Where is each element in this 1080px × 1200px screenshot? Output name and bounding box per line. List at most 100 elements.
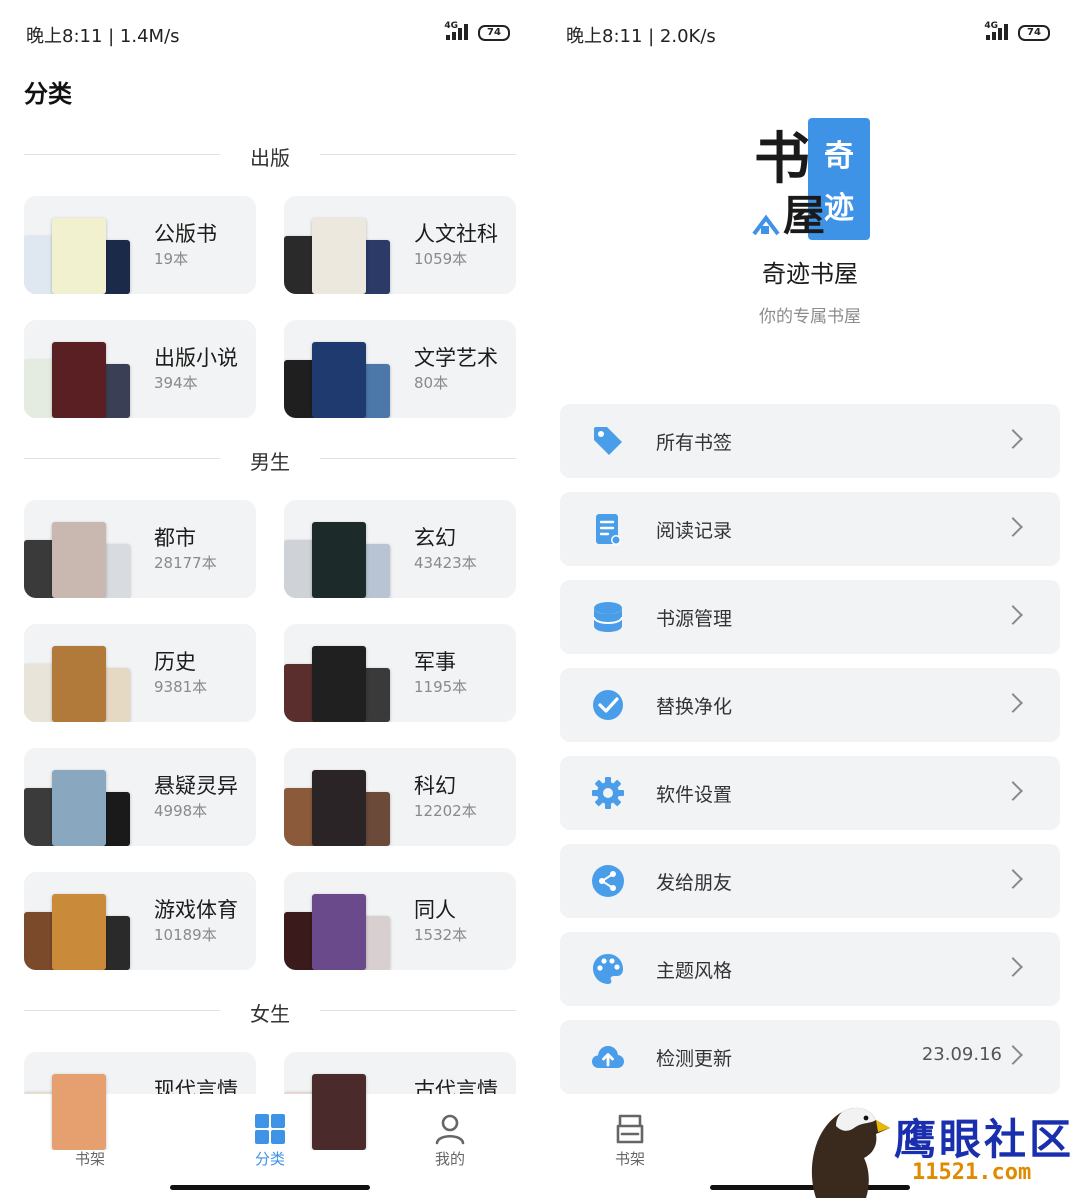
- book-covers: [284, 334, 394, 418]
- category-name: 同人: [414, 898, 456, 922]
- book-covers: [24, 762, 134, 846]
- chevron-right-icon: [1003, 605, 1023, 625]
- cloud-upload-icon: [592, 1046, 624, 1068]
- battery-icon: 74: [478, 25, 510, 41]
- chevron-right-icon: [1003, 517, 1023, 537]
- eagle-logo-icon: [811, 1107, 890, 1198]
- watermark-url: 11521.com: [912, 1160, 1032, 1185]
- menu-bookmarks[interactable]: 所有书签: [560, 404, 1060, 478]
- category-count: 9381本: [154, 678, 208, 696]
- check-circle-icon: [593, 690, 623, 720]
- category-card[interactable]: 人文社科 1059本: [284, 196, 516, 294]
- category-count: 394本: [154, 374, 198, 392]
- tab-bookshelf[interactable]: 书架: [580, 1112, 680, 1169]
- chevron-right-icon: [1003, 869, 1023, 889]
- book-cover: [52, 894, 106, 970]
- svg-text:屋: 屋: [783, 191, 825, 240]
- tab-mine[interactable]: 我的: [400, 1112, 500, 1169]
- category-count: 1532本: [414, 926, 468, 944]
- book-covers: [24, 514, 134, 598]
- menu-reading-history[interactable]: 阅读记录: [560, 492, 1060, 566]
- category-name: 历史: [154, 650, 196, 674]
- category-name: 公版书: [154, 222, 217, 246]
- menu-replace-purify[interactable]: 替换净化: [560, 668, 1060, 742]
- watermark: 鹰眼社区 11521.com: [790, 1094, 1080, 1200]
- category-count: 1195本: [414, 678, 468, 696]
- category-card[interactable]: 玄幻 43423本: [284, 500, 516, 598]
- section-label: 女生: [250, 1002, 290, 1026]
- menu-theme[interactable]: 主题风格: [560, 932, 1060, 1006]
- chevron-right-icon: [1003, 1045, 1023, 1065]
- book-cover: [52, 1074, 106, 1150]
- category-name: 文学艺术: [414, 346, 498, 370]
- menu-label: 阅读记录: [656, 520, 733, 542]
- category-card[interactable]: 文学艺术 80本: [284, 320, 516, 418]
- menu-share[interactable]: 发给朋友: [560, 844, 1060, 918]
- tab-label: 书架: [74, 1150, 105, 1168]
- menu-label: 发给朋友: [656, 872, 733, 894]
- tab-label: 分类: [254, 1150, 285, 1168]
- category-card[interactable]: 悬疑灵异 4998本: [24, 748, 256, 846]
- book-covers: [284, 514, 394, 598]
- category-card[interactable]: 都市 28177本: [24, 500, 256, 598]
- book-covers: [24, 638, 134, 722]
- tag-icon: [594, 427, 622, 455]
- category-count: 19本: [154, 250, 189, 268]
- chevron-right-icon: [1003, 781, 1023, 801]
- menu-check-update[interactable]: 检测更新 23.09.16: [560, 1020, 1060, 1094]
- menu-label: 书源管理: [656, 608, 733, 630]
- menu-settings[interactable]: 软件设置: [560, 756, 1060, 830]
- book-cover: [52, 522, 106, 598]
- status-time: 晚上8:11 | 2.0K/s: [566, 26, 716, 47]
- category-card[interactable]: 公版书 19本: [24, 196, 256, 294]
- bookshelf-icon: [616, 1114, 644, 1144]
- person-icon: [435, 1114, 465, 1145]
- tab-label: 我的: [434, 1150, 465, 1168]
- category-card[interactable]: 历史 9381本: [24, 624, 256, 722]
- menu-label: 检测更新: [656, 1048, 733, 1070]
- section-header-male: 男生: [24, 444, 516, 474]
- share-icon: [592, 865, 624, 897]
- category-name: 游戏体育: [154, 898, 238, 922]
- book-cover: [52, 646, 106, 722]
- page-title: 分类: [24, 80, 72, 108]
- category-screen: 晚上8:11 | 1.4M/s 4G 74 分类 出版 公版书 19本 人文社科…: [0, 0, 540, 1200]
- category-card[interactable]: 同人 1532本: [284, 872, 516, 970]
- category-name: 出版小说: [154, 346, 238, 370]
- book-cover: [52, 218, 106, 294]
- svg-text:奇: 奇: [824, 139, 854, 174]
- book-cover: [52, 342, 106, 418]
- app-slogan: 你的专属书屋: [759, 307, 861, 327]
- section-header-publish: 出版: [24, 140, 516, 170]
- section-label: 男生: [250, 450, 290, 474]
- category-name: 人文社科: [414, 222, 498, 246]
- category-count: 10189本: [154, 926, 217, 944]
- category-card[interactable]: 出版小说 394本: [24, 320, 256, 418]
- home-indicator[interactable]: [170, 1185, 370, 1190]
- category-card[interactable]: 科幻 12202本: [284, 748, 516, 846]
- category-card[interactable]: 军事 1195本: [284, 624, 516, 722]
- tab-category[interactable]: 分类: [220, 1112, 320, 1169]
- status-bar: 晚上8:11 | 1.4M/s 4G 74: [26, 20, 510, 47]
- divider: [320, 1010, 516, 1011]
- app-name: 奇迹书屋: [762, 260, 858, 288]
- gear-icon: [592, 777, 624, 809]
- book-cover: [52, 770, 106, 846]
- menu-label: 软件设置: [656, 784, 733, 806]
- app-logo: 奇 迹 书 屋: [752, 118, 870, 240]
- book-cover: [312, 218, 366, 294]
- book-covers: [24, 210, 134, 294]
- category-count: 80本: [414, 374, 449, 392]
- category-count: 12202本: [414, 802, 477, 820]
- menu-source-management[interactable]: 书源管理: [560, 580, 1060, 654]
- section-header-female: 女生: [24, 996, 516, 1026]
- category-card[interactable]: 游戏体育 10189本: [24, 872, 256, 970]
- document-icon: [596, 514, 621, 545]
- book-covers: [284, 762, 394, 846]
- divider: [320, 154, 516, 155]
- chevron-right-icon: [1003, 957, 1023, 977]
- svg-text:书: 书: [754, 126, 810, 192]
- category-name: 悬疑灵异: [154, 774, 238, 798]
- book-cover: [312, 646, 366, 722]
- book-cover: [312, 522, 366, 598]
